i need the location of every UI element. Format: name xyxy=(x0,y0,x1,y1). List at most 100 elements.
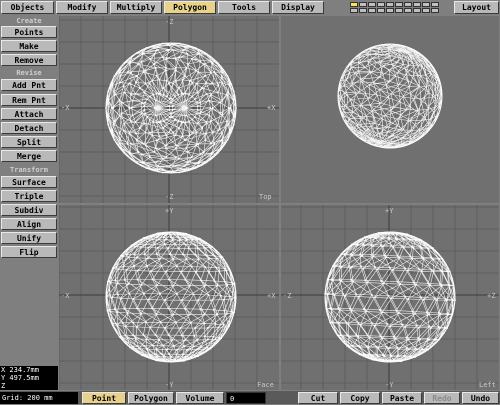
viewport-front[interactable]: +Y -X +X -Y Face xyxy=(59,205,279,390)
vertex-point xyxy=(168,116,171,118)
vertex-point xyxy=(439,327,441,329)
vertex-point xyxy=(196,109,199,111)
vertex-point xyxy=(188,93,190,96)
layer-box[interactable] xyxy=(368,2,376,7)
vertex-point xyxy=(216,91,219,94)
layer-box[interactable] xyxy=(386,2,394,7)
make-button[interactable]: Make xyxy=(1,40,57,52)
tab-objects[interactable]: Objects xyxy=(1,1,54,14)
align-button[interactable]: Align xyxy=(1,218,57,230)
layer-box[interactable] xyxy=(431,8,439,13)
vertex-point xyxy=(186,239,188,241)
vertex-point xyxy=(148,118,151,121)
copy-button[interactable]: Copy xyxy=(340,392,380,404)
vertex-point xyxy=(210,120,212,122)
layer-box[interactable] xyxy=(422,2,430,7)
grid-top xyxy=(59,16,279,203)
vertex-point xyxy=(441,270,444,273)
volume-mode-button[interactable]: Volume xyxy=(176,392,224,404)
tab-display[interactable]: Display xyxy=(272,1,324,14)
detach-button[interactable]: Detach xyxy=(1,122,57,134)
layer-box[interactable] xyxy=(350,8,358,13)
layer-box[interactable] xyxy=(377,8,385,13)
undo-button[interactable]: Undo xyxy=(462,392,499,404)
layout-button[interactable]: Layout xyxy=(454,1,499,14)
vertex-point xyxy=(163,93,165,96)
viewport-side[interactable]: +Y -Z +Z -Y Left xyxy=(281,205,499,390)
layer-box[interactable] xyxy=(404,2,412,7)
vertex-point xyxy=(185,67,188,69)
redo-button[interactable]: Redo xyxy=(424,392,460,404)
paste-button[interactable]: Paste xyxy=(382,392,422,404)
vertex-point xyxy=(207,294,210,296)
vertex-point xyxy=(383,254,385,257)
layer-box[interactable] xyxy=(368,8,376,13)
volume-value-field[interactable]: 0 xyxy=(226,392,266,404)
vertex-point xyxy=(205,81,207,84)
tab-multiply[interactable]: Multiply xyxy=(110,1,162,14)
vertex-point xyxy=(420,270,423,272)
cut-button[interactable]: Cut xyxy=(298,392,338,404)
vertex-point xyxy=(340,280,343,282)
split-button[interactable]: Split xyxy=(1,136,57,148)
vertex-point xyxy=(178,158,180,160)
vertex-point xyxy=(201,127,203,129)
remove-button[interactable]: Remove xyxy=(1,54,57,66)
vertex-point xyxy=(363,353,366,355)
vertex-point xyxy=(153,151,155,153)
vertex-point xyxy=(352,243,354,246)
vertex-point xyxy=(139,87,141,89)
vertex-point xyxy=(153,63,155,65)
unify-button[interactable]: Unify xyxy=(1,232,57,244)
points-button[interactable]: Points xyxy=(1,26,57,38)
vertex-point xyxy=(326,292,328,295)
tab-tools[interactable]: Tools xyxy=(218,1,270,14)
point-mode-button[interactable]: Point xyxy=(82,392,126,404)
add-point-button[interactable]: Add Pnt xyxy=(1,79,57,91)
flip-button[interactable]: Flip xyxy=(1,246,57,258)
vertex-point xyxy=(109,310,112,313)
layer-box[interactable] xyxy=(413,8,421,13)
vertex-point xyxy=(387,237,390,239)
vertex-point xyxy=(404,295,407,298)
vertex-point xyxy=(372,245,374,247)
vertex-point xyxy=(144,69,147,72)
vertex-point xyxy=(183,45,186,48)
vertex-point xyxy=(188,79,191,82)
attach-button[interactable]: Attach xyxy=(1,108,57,120)
vertex-point xyxy=(355,334,358,337)
vertex-point xyxy=(203,151,205,153)
layer-box[interactable] xyxy=(431,2,439,7)
layer-box[interactable] xyxy=(404,8,412,13)
remove-point-button[interactable]: Rem Pnt xyxy=(1,94,57,106)
layer-box[interactable] xyxy=(386,8,394,13)
vertex-point xyxy=(224,280,226,283)
vertex-point xyxy=(131,345,134,348)
triple-button[interactable]: Triple xyxy=(1,190,57,202)
layer-box[interactable] xyxy=(377,2,385,7)
surface-button[interactable]: Surface xyxy=(1,176,57,188)
layer-box[interactable] xyxy=(359,8,367,13)
vertex-point xyxy=(395,237,397,239)
layer-box[interactable] xyxy=(395,8,403,13)
layer-box[interactable] xyxy=(413,2,421,7)
viewport-top[interactable]: -Z -X +X -Z Top xyxy=(59,16,279,203)
vertex-point xyxy=(123,279,126,281)
viewport-perspective[interactable] xyxy=(281,16,499,203)
layer-box[interactable] xyxy=(422,8,430,13)
vertex-point xyxy=(232,283,234,285)
vertex-point xyxy=(406,347,408,349)
subdivide-button[interactable]: Subdiv xyxy=(1,204,57,216)
merge-button[interactable]: Merge xyxy=(1,150,57,162)
vertex-point xyxy=(202,244,204,247)
layer-box[interactable] xyxy=(350,2,358,7)
tab-polygon[interactable]: Polygon xyxy=(164,1,216,14)
vertex-point xyxy=(165,270,167,273)
vertex-point xyxy=(132,244,135,246)
layer-box[interactable] xyxy=(395,2,403,7)
layer-box[interactable] xyxy=(359,2,367,7)
layer-selector[interactable] xyxy=(350,1,450,14)
tab-modify[interactable]: Modify xyxy=(56,1,108,14)
vertex-point xyxy=(340,334,342,336)
polygon-mode-button[interactable]: Polygon xyxy=(128,392,174,404)
